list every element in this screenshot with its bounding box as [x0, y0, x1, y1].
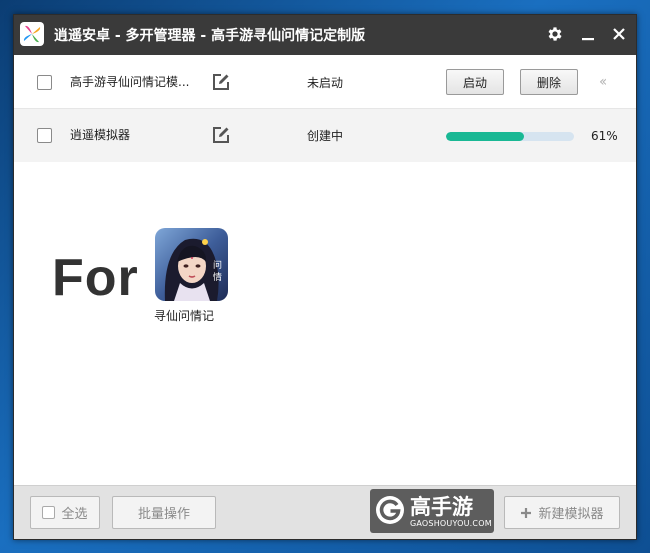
select-all-checkbox — [42, 506, 56, 519]
game-name: 寻仙问情记 — [154, 309, 215, 323]
gear-icon — [548, 27, 562, 41]
instance-status: 创建中 — [307, 129, 344, 143]
start-button[interactable]: 启动 — [446, 69, 504, 95]
settings-button[interactable] — [544, 23, 566, 45]
brand-logo-icon — [376, 496, 404, 524]
creation-progress-bar — [446, 132, 574, 141]
window-title: 逍遥安卓 - 多开管理器 - 高手游寻仙问情记定制版 — [54, 28, 366, 44]
delete-button[interactable]: 删除 — [520, 69, 578, 95]
instance-row: 高手游寻仙问情记模... 未启动 启动 删除 ‹‹ — [14, 56, 636, 109]
brand-name: 高手游 — [410, 495, 473, 519]
minimize-icon — [582, 38, 594, 41]
double-chevron-left-icon[interactable]: ‹‹ — [599, 74, 617, 90]
multi-instance-manager-window: 逍遥安卓 - 多开管理器 - 高手游寻仙问情记定制版 高手游寻仙问情记模... … — [13, 14, 637, 540]
instance-status: 未启动 — [307, 76, 344, 90]
progress-percent: 61% — [591, 129, 618, 143]
new-emulator-button[interactable]: 新建模拟器 — [504, 496, 620, 529]
edit-icon[interactable] — [211, 72, 231, 92]
svg-text:问: 问 — [213, 259, 222, 271]
minimize-button[interactable] — [577, 23, 599, 45]
instance-name: 高手游寻仙问情记模... — [70, 75, 190, 89]
footer-toolbar: 全选 批量操作 高手游 GAOSHOUYOU.COM 新建模拟器 — [14, 485, 636, 539]
select-all-label: 全选 — [61, 507, 88, 522]
game-icon[interactable]: 问 情 — [155, 228, 228, 301]
progress-fill — [446, 132, 525, 141]
svg-text:情: 情 — [213, 271, 222, 283]
brand-watermark: 高手游 GAOSHOUYOU.COM — [370, 489, 494, 533]
close-icon — [613, 28, 625, 40]
instance-checkbox[interactable] — [37, 128, 52, 143]
select-all-button[interactable]: 全选 — [30, 496, 100, 529]
close-button[interactable] — [608, 23, 630, 45]
new-emulator-label: 新建模拟器 — [538, 507, 604, 522]
edit-icon[interactable] — [211, 125, 231, 145]
plus-icon — [521, 507, 532, 518]
app-logo-icon — [20, 22, 44, 46]
instance-name: 逍遥模拟器 — [70, 128, 131, 142]
batch-operation-button[interactable]: 批量操作 — [112, 496, 216, 529]
instance-checkbox[interactable] — [37, 75, 52, 90]
title-bar: 逍遥安卓 - 多开管理器 - 高手游寻仙问情记定制版 — [14, 15, 636, 55]
promo-for-text: For — [52, 249, 139, 307]
brand-domain: GAOSHOUYOU.COM — [410, 519, 492, 528]
